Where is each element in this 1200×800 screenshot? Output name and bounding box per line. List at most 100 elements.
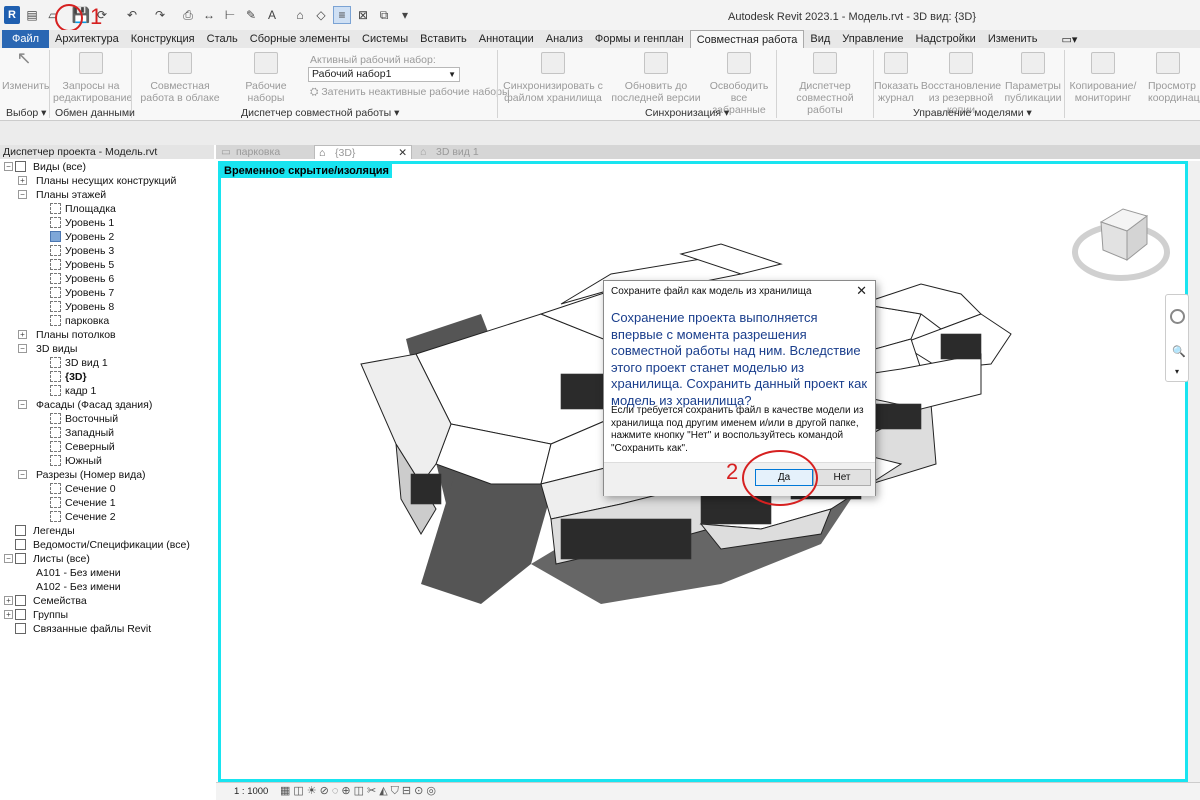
tab-modify[interactable]: Изменить — [982, 30, 1044, 48]
doc-tab-3d-view-1[interactable]: ⌂ 3D вид 1 — [416, 145, 514, 159]
tree-toggle[interactable]: + — [18, 176, 27, 185]
tree-item[interactable]: Фасады (Фасад здания) — [36, 398, 152, 412]
tree-item[interactable]: Связанные файлы Revit — [33, 622, 151, 636]
tree-item[interactable]: Сечение 0 — [65, 482, 116, 496]
gray-inactive-worksets-button[interactable]: ⛭ Затенить неактивные рабочие наборы — [310, 86, 510, 99]
customize-icon[interactable]: ▾ — [396, 6, 414, 24]
tree-item[interactable]: Листы (все) — [33, 552, 90, 566]
tree-item[interactable]: Уровень 2 — [65, 230, 114, 244]
close-hidden-icon[interactable]: ⊠ — [354, 6, 372, 24]
revit-logo[interactable]: R — [4, 6, 20, 24]
tree-toggle[interactable]: − — [18, 400, 27, 409]
tab-architecture[interactable]: Архитектура — [49, 30, 125, 48]
doc-tab-parking[interactable]: ▭ парковка — [216, 145, 314, 159]
tree-toggle[interactable]: − — [18, 470, 27, 479]
tab-systems[interactable]: Системы — [356, 30, 414, 48]
tree-item[interactable]: 3D вид 1 — [65, 356, 108, 370]
tree-item[interactable]: A101 - Без имени — [36, 566, 121, 580]
tree-item[interactable]: 3D виды — [36, 342, 77, 356]
open-icon[interactable]: ▤ — [23, 6, 41, 24]
active-workset-select[interactable]: Рабочий набор1 ▼ — [308, 67, 460, 82]
contextual-toggle-icon[interactable]: ▭▾ — [1055, 30, 1083, 48]
tree-item[interactable]: Уровень 6 — [65, 272, 114, 286]
tab-analyze[interactable]: Анализ — [540, 30, 589, 48]
zoom-icon[interactable]: 🔍 — [1172, 345, 1186, 358]
tree-toggle[interactable]: + — [4, 610, 13, 619]
tab-addins[interactable]: Надстройки — [909, 30, 981, 48]
tree-item[interactable]: {3D} — [65, 370, 87, 384]
editing-requests-button[interactable]: Запросы на редактирование — [53, 52, 132, 104]
no-button[interactable]: Нет — [813, 469, 871, 486]
tab-view[interactable]: Вид — [804, 30, 836, 48]
tree-item[interactable]: Группы — [33, 608, 68, 622]
view-control-icons[interactable]: ▦◫☀⊘◌⊕◫✂◭⛉⊟⊙◎ — [280, 784, 439, 798]
tab-collaborate[interactable]: Совместная работа — [689, 30, 805, 48]
redo-icon[interactable]: ↷ — [151, 6, 169, 24]
tree-item[interactable]: Легенды — [33, 524, 75, 538]
viewcube[interactable] — [1071, 204, 1171, 284]
tree-item[interactable]: Западный — [65, 426, 114, 440]
undo-icon[interactable]: ↶ — [123, 6, 141, 24]
tree-item[interactable]: Разрезы (Номер вида) — [36, 468, 146, 482]
tab-precast[interactable]: Сборные элементы — [244, 30, 356, 48]
publish-settings-button[interactable]: Параметры публикации — [1004, 52, 1062, 104]
navbar-expand-icon[interactable]: ▾ — [1175, 367, 1179, 376]
tab-file[interactable]: Файл — [2, 30, 50, 48]
modify-button[interactable]: ↖ Изменить — [2, 49, 49, 92]
tab-structure[interactable]: Конструкция — [125, 30, 201, 48]
panel-synchronize[interactable]: Синхронизация ▾ — [645, 107, 729, 119]
tree-item[interactable]: Планы несущих конструкций — [36, 174, 176, 188]
tree-item[interactable]: Уровень 1 — [65, 216, 114, 230]
text-icon[interactable]: A — [263, 6, 281, 24]
tree-item[interactable]: Семейства — [33, 594, 87, 608]
cloud-collaboration-button[interactable]: Совместная работа в облаке — [133, 52, 227, 104]
tab-annotate[interactable]: Аннотации — [473, 30, 540, 48]
doc-tab-3d[interactable]: ⌂ {3D} ✕ — [314, 145, 412, 159]
copy-monitor-button[interactable]: Копирование/ мониторинг — [1066, 52, 1140, 104]
tree-toggle[interactable]: + — [18, 330, 27, 339]
tree-item[interactable]: Ведомости/Спецификации (все) — [33, 538, 190, 552]
3d-view-icon[interactable]: ⌂ — [291, 6, 309, 24]
tree-item[interactable]: Площадка — [65, 202, 116, 216]
tree-toggle[interactable]: + — [4, 596, 13, 605]
tree-item[interactable]: Уровень 8 — [65, 300, 114, 314]
collaboration-monitor-button[interactable]: Диспетчер совместной работы — [779, 52, 871, 116]
tab-massing-site[interactable]: Формы и генплан — [589, 30, 690, 48]
switch-windows-icon[interactable]: ⧉ — [375, 6, 393, 24]
tree-item[interactable]: Сечение 1 — [65, 496, 116, 510]
tree-item[interactable]: Восточный — [65, 412, 118, 426]
tree-item[interactable]: Уровень 5 — [65, 258, 114, 272]
tree-item[interactable]: кадр 1 — [65, 384, 96, 398]
tree-item[interactable]: Планы потолков — [36, 328, 116, 342]
worksets-button[interactable]: Рабочие наборы — [229, 52, 303, 104]
panel-manage-models[interactable]: Управление моделями ▾ — [913, 107, 1032, 119]
reload-latest-button[interactable]: Обновить до последней версии — [607, 52, 705, 104]
tree-item[interactable]: парковка — [65, 314, 109, 328]
coordination-review-button[interactable]: Просмотр координации — [1142, 52, 1200, 104]
tab-insert[interactable]: Вставить — [414, 30, 473, 48]
tree-item[interactable]: A102 - Без имени — [36, 580, 121, 594]
vertical-scrollbar[interactable] — [1188, 161, 1200, 782]
tag-icon[interactable]: ✎ — [242, 6, 260, 24]
print-icon[interactable]: ⎙ — [179, 6, 197, 24]
thin-lines-icon[interactable]: ≡ — [333, 6, 351, 24]
tree-toggle[interactable]: − — [4, 554, 13, 563]
tree-item[interactable]: Северный — [65, 440, 115, 454]
dimension-icon[interactable]: ⊢ — [221, 6, 239, 24]
tree-item[interactable]: Сечение 2 — [65, 510, 116, 524]
panel-manage-collaboration[interactable]: Диспетчер совместной работы ▾ — [241, 107, 399, 119]
tree-item[interactable]: Уровень 7 — [65, 286, 114, 300]
tree-item[interactable]: Южный — [65, 454, 102, 468]
tree-toggle[interactable]: − — [4, 162, 13, 171]
tree-toggle[interactable]: − — [18, 190, 27, 199]
section-icon[interactable]: ◇ — [312, 6, 330, 24]
scale-label[interactable]: 1 : 1000 — [234, 786, 268, 797]
close-icon[interactable]: ✕ — [856, 283, 867, 299]
steering-wheel-icon[interactable] — [1170, 309, 1185, 324]
measure-icon[interactable]: ↔ — [200, 6, 218, 24]
tree-toggle[interactable]: − — [18, 344, 27, 353]
show-history-button[interactable]: Показать журнал — [874, 52, 919, 104]
tab-manage[interactable]: Управление — [836, 30, 909, 48]
tree-item[interactable]: Уровень 3 — [65, 244, 114, 258]
close-tab-icon[interactable]: ✕ — [398, 146, 407, 160]
